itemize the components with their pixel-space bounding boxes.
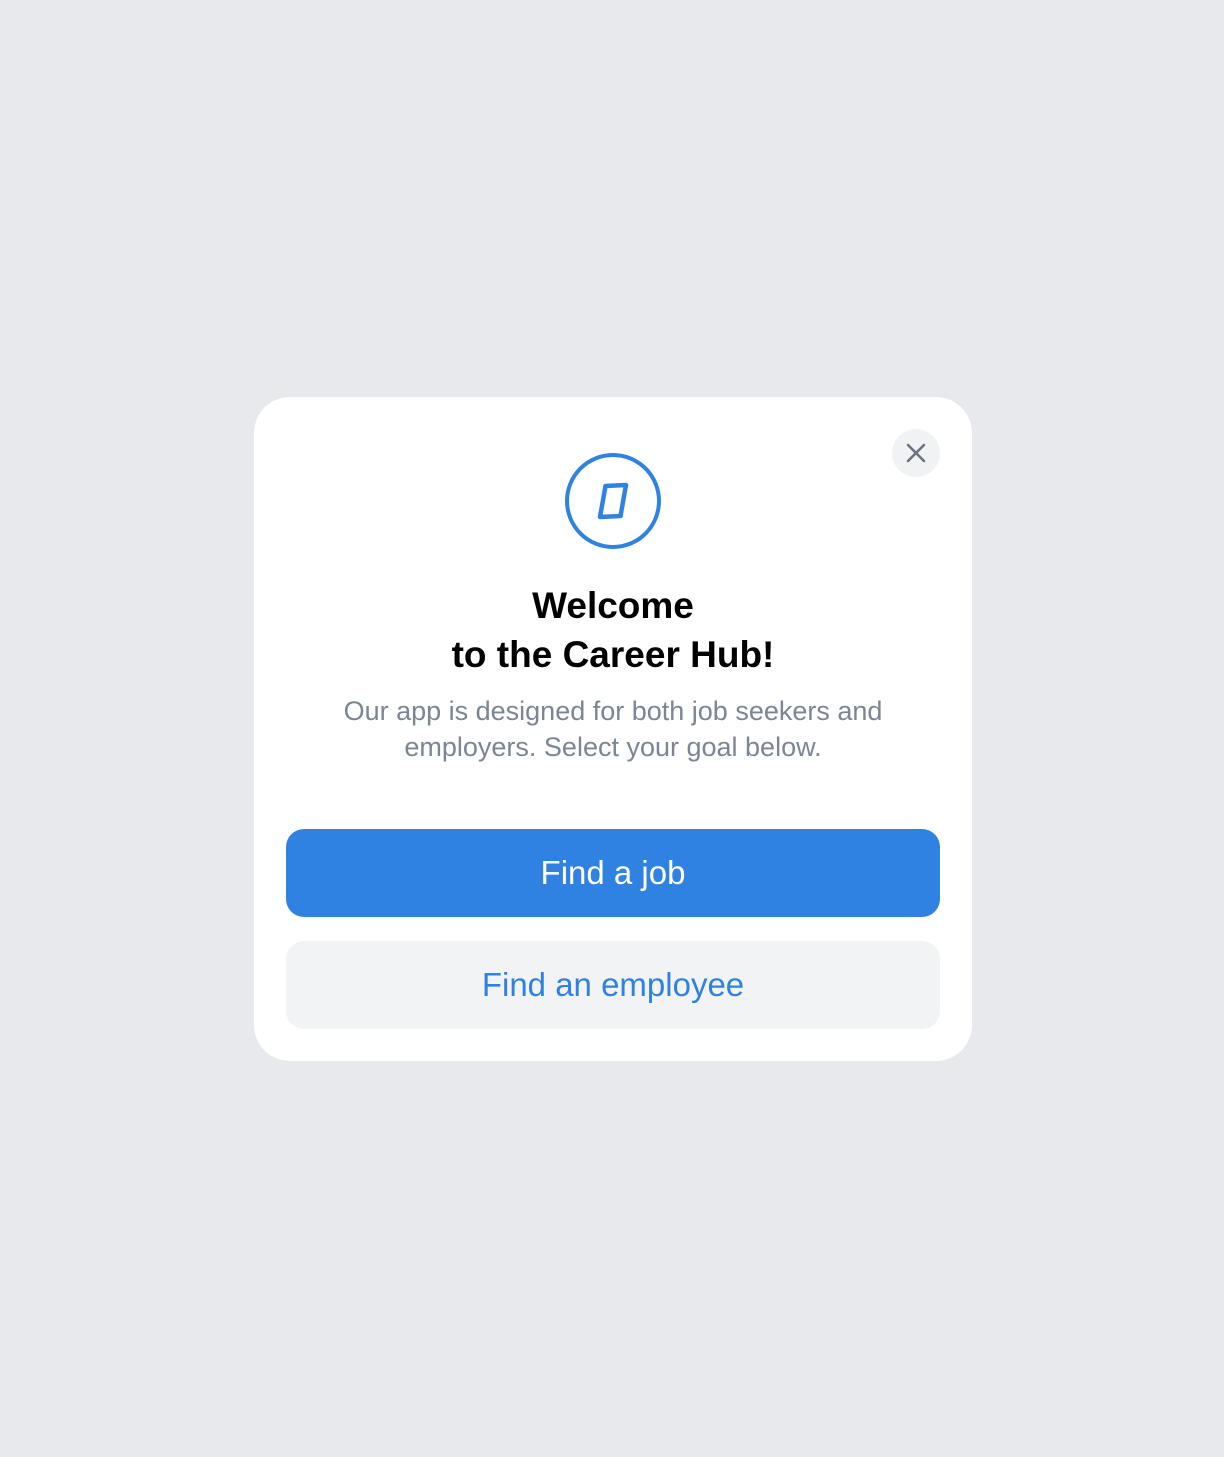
subtitle-line-2: employers. Select your goal below. (404, 732, 822, 762)
subtitle: Our app is designed for both job seekers… (304, 693, 922, 765)
title-line-2: to the Career Hub! (451, 634, 775, 675)
find-job-button[interactable]: Find a job (286, 829, 940, 917)
compass-icon (564, 452, 662, 550)
subtitle-line-1: Our app is designed for both job seekers… (343, 696, 883, 726)
close-button[interactable] (892, 429, 940, 477)
welcome-modal: Welcome to the Career Hub! Our app is de… (254, 397, 972, 1061)
page-title: Welcome to the Career Hub! (254, 581, 972, 679)
find-employee-button[interactable]: Find an employee (286, 941, 940, 1029)
close-icon (906, 443, 926, 463)
title-line-1: Welcome (532, 585, 694, 626)
